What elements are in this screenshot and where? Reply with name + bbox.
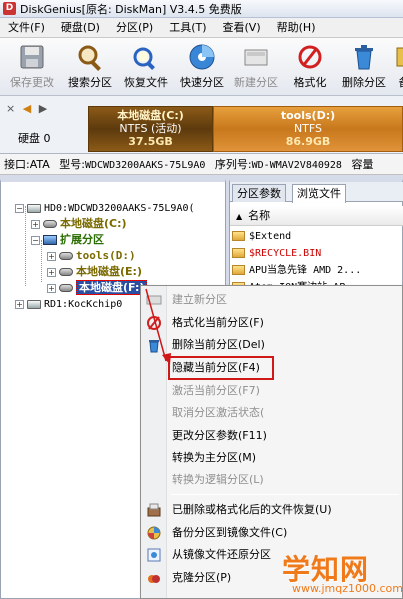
menu-item-format[interactable]: 格式化当前分区(F) <box>141 312 403 334</box>
menu-bar: 文件(F) 硬盘(D) 分区(P) 工具(T) 查看(V) 帮助(H) <box>0 18 403 38</box>
tree-line <box>25 206 26 286</box>
capacity-label: 容量 <box>351 158 374 171</box>
expand-icon[interactable]: + <box>47 283 56 293</box>
backup-icon <box>396 47 403 67</box>
menu-partition[interactable]: 分区(P) <box>108 18 161 38</box>
expand-icon[interactable]: + <box>15 299 24 309</box>
menu-tools[interactable]: 工具(T) <box>161 18 214 38</box>
menu-item-to-logical[interactable]: 转换为逻辑分区(L) <box>141 469 403 491</box>
partition-icon <box>59 252 73 260</box>
highlight-box <box>168 356 274 380</box>
sort-up-icon: ▲ <box>236 212 243 221</box>
quick-partition-button[interactable]: 快速分区 <box>176 40 228 94</box>
title-bar: D DiskGenius[原名: DiskMan] V3.4.5 免费版 <box>0 0 403 18</box>
file-row[interactable]: APU当急先锋 AMD 2... <box>232 262 403 279</box>
delete-partition-button[interactable]: 删除分区 <box>338 40 390 94</box>
folder-icon <box>232 265 245 275</box>
file-list-header[interactable]: ▲ 名称 <box>230 206 403 226</box>
restore-icon <box>147 548 161 562</box>
menu-item-change-params[interactable]: 更改分区参数(F11) <box>141 425 403 447</box>
expand-icon[interactable]: + <box>47 251 56 261</box>
partition-icon <box>59 284 73 292</box>
menu-item-backup[interactable]: 备份分区到镜像文件(C) <box>141 522 403 544</box>
backup-icon <box>147 526 161 540</box>
expand-icon[interactable]: + <box>47 267 56 277</box>
hard-disk-icon <box>27 299 41 309</box>
extended-partition-icon <box>43 235 57 245</box>
new-partition-icon <box>244 49 268 66</box>
search-partition-icon <box>78 45 101 71</box>
format-icon <box>298 45 322 69</box>
partition-block-c[interactable]: 本地磁盘(C:) NTFS (活动) 37.5GB <box>88 106 213 152</box>
file-row[interactable]: $RECYCLE.BIN <box>232 245 403 262</box>
collapse-icon[interactable]: − <box>31 235 40 245</box>
menu-separator <box>171 494 399 495</box>
collapse-icon[interactable]: − <box>15 203 24 213</box>
hard-disk-icon <box>27 203 41 213</box>
format-button[interactable]: 格式化 <box>288 40 332 94</box>
new-partition-button[interactable]: 新建分区 <box>230 40 282 94</box>
model-value: WDCWD3200AAKS-75L9A0 <box>85 160 206 171</box>
serial-value: WD-WMAV2V840928 <box>251 160 342 171</box>
menu-help[interactable]: 帮助(H) <box>269 18 324 38</box>
save-button[interactable]: 保存更改 <box>6 40 58 94</box>
disk-label: 硬盘 0 <box>18 132 51 145</box>
disk-map-bar: × ◀ ▶ 硬盘 0 本地磁盘(C:) NTFS (活动) 37.5GB too… <box>0 96 403 154</box>
menu-view[interactable]: 查看(V) <box>215 18 269 38</box>
partition-map: 本地磁盘(C:) NTFS (活动) 37.5GB tools(D:) NTFS… <box>88 106 403 152</box>
recover-icon <box>147 503 161 517</box>
expand-icon[interactable]: + <box>31 219 40 229</box>
app-logo-icon: D <box>3 2 16 15</box>
tree-item-disk0[interactable]: − HD0:WDCWD3200AAKS-75L9A0( <box>15 200 195 216</box>
menu-item-delete[interactable]: 删除当前分区(Del) <box>141 334 403 356</box>
menu-item-recover[interactable]: 已删除或格式化后的文件恢复(U) <box>141 499 403 521</box>
partition-icon <box>43 220 57 228</box>
disk-nav-arrows: × ◀ ▶ <box>6 102 51 115</box>
folder-icon <box>232 231 245 241</box>
recover-files-icon <box>133 47 155 70</box>
tree-item-partition-e[interactable]: + 本地磁盘(E:) <box>47 264 142 280</box>
menu-item-deactivate[interactable]: 取消分区激活状态( <box>141 402 403 424</box>
model-label: 型号: <box>59 158 85 171</box>
quick-partition-icon <box>189 44 215 70</box>
prev-arrow-icon[interactable]: ◀ <box>23 102 31 115</box>
delete-partition-icon <box>355 45 373 70</box>
toolbar: 保存更改 搜索分区 恢复文件 快速分区 新建分区 格式化 删除分区 备 <box>0 38 403 96</box>
tree-item-partition-f[interactable]: + 本地磁盘(F:) <box>47 280 148 296</box>
watermark-url: www.jmqz1000.com <box>292 582 403 595</box>
close-x-icon[interactable]: × <box>6 102 15 115</box>
column-name: 名称 <box>248 209 271 222</box>
disk-info-bar: 接口:ATA 型号:WDCWD3200AAKS-75L9A0 序列号:WD-WM… <box>0 154 403 175</box>
tree-item-extended[interactable]: − 扩展分区 <box>31 232 104 248</box>
tree-item-rd1[interactable]: + RD1:KocKchip0 <box>15 296 122 312</box>
folder-icon <box>232 248 245 258</box>
partition-block-d[interactable]: tools(D:) NTFS 86.9GB <box>213 106 403 152</box>
tree-item-partition-d[interactable]: + tools(D:) <box>47 248 136 264</box>
interface-text: 接口:ATA <box>4 158 50 171</box>
watermark: 学知网 www.jmqz1000.com <box>282 548 403 599</box>
next-arrow-icon[interactable]: ▶ <box>39 102 47 115</box>
tab-partition-params[interactable]: 分区参数 <box>232 184 286 202</box>
menu-file[interactable]: 文件(F) <box>0 18 53 38</box>
partition-icon <box>59 268 73 276</box>
menu-item-to-primary[interactable]: 转换为主分区(M) <box>141 447 403 469</box>
tab-strip: 分区参数 浏览文件 <box>230 182 403 203</box>
tree-item-partition-c[interactable]: + 本地磁盘(C:) <box>31 216 127 232</box>
menu-disk[interactable]: 硬盘(D) <box>53 18 108 38</box>
window-title: DiskGenius[原名: DiskMan] V3.4.5 免费版 <box>20 2 242 16</box>
clone-icon <box>148 575 160 583</box>
backup-button[interactable]: 备 <box>394 40 403 94</box>
search-partition-button[interactable]: 搜索分区 <box>64 40 116 94</box>
menu-item-new-partition[interactable]: 建立新分区 <box>141 289 403 311</box>
menu-item-activate[interactable]: 激活当前分区(F7) <box>141 380 403 402</box>
annotation-arrow <box>145 288 171 365</box>
recover-files-button[interactable]: 恢复文件 <box>120 40 172 94</box>
serial-label: 序列号: <box>214 158 252 171</box>
file-row[interactable]: $Extend <box>232 228 403 245</box>
tab-browse-files[interactable]: 浏览文件 <box>292 184 346 203</box>
save-icon <box>20 45 44 69</box>
